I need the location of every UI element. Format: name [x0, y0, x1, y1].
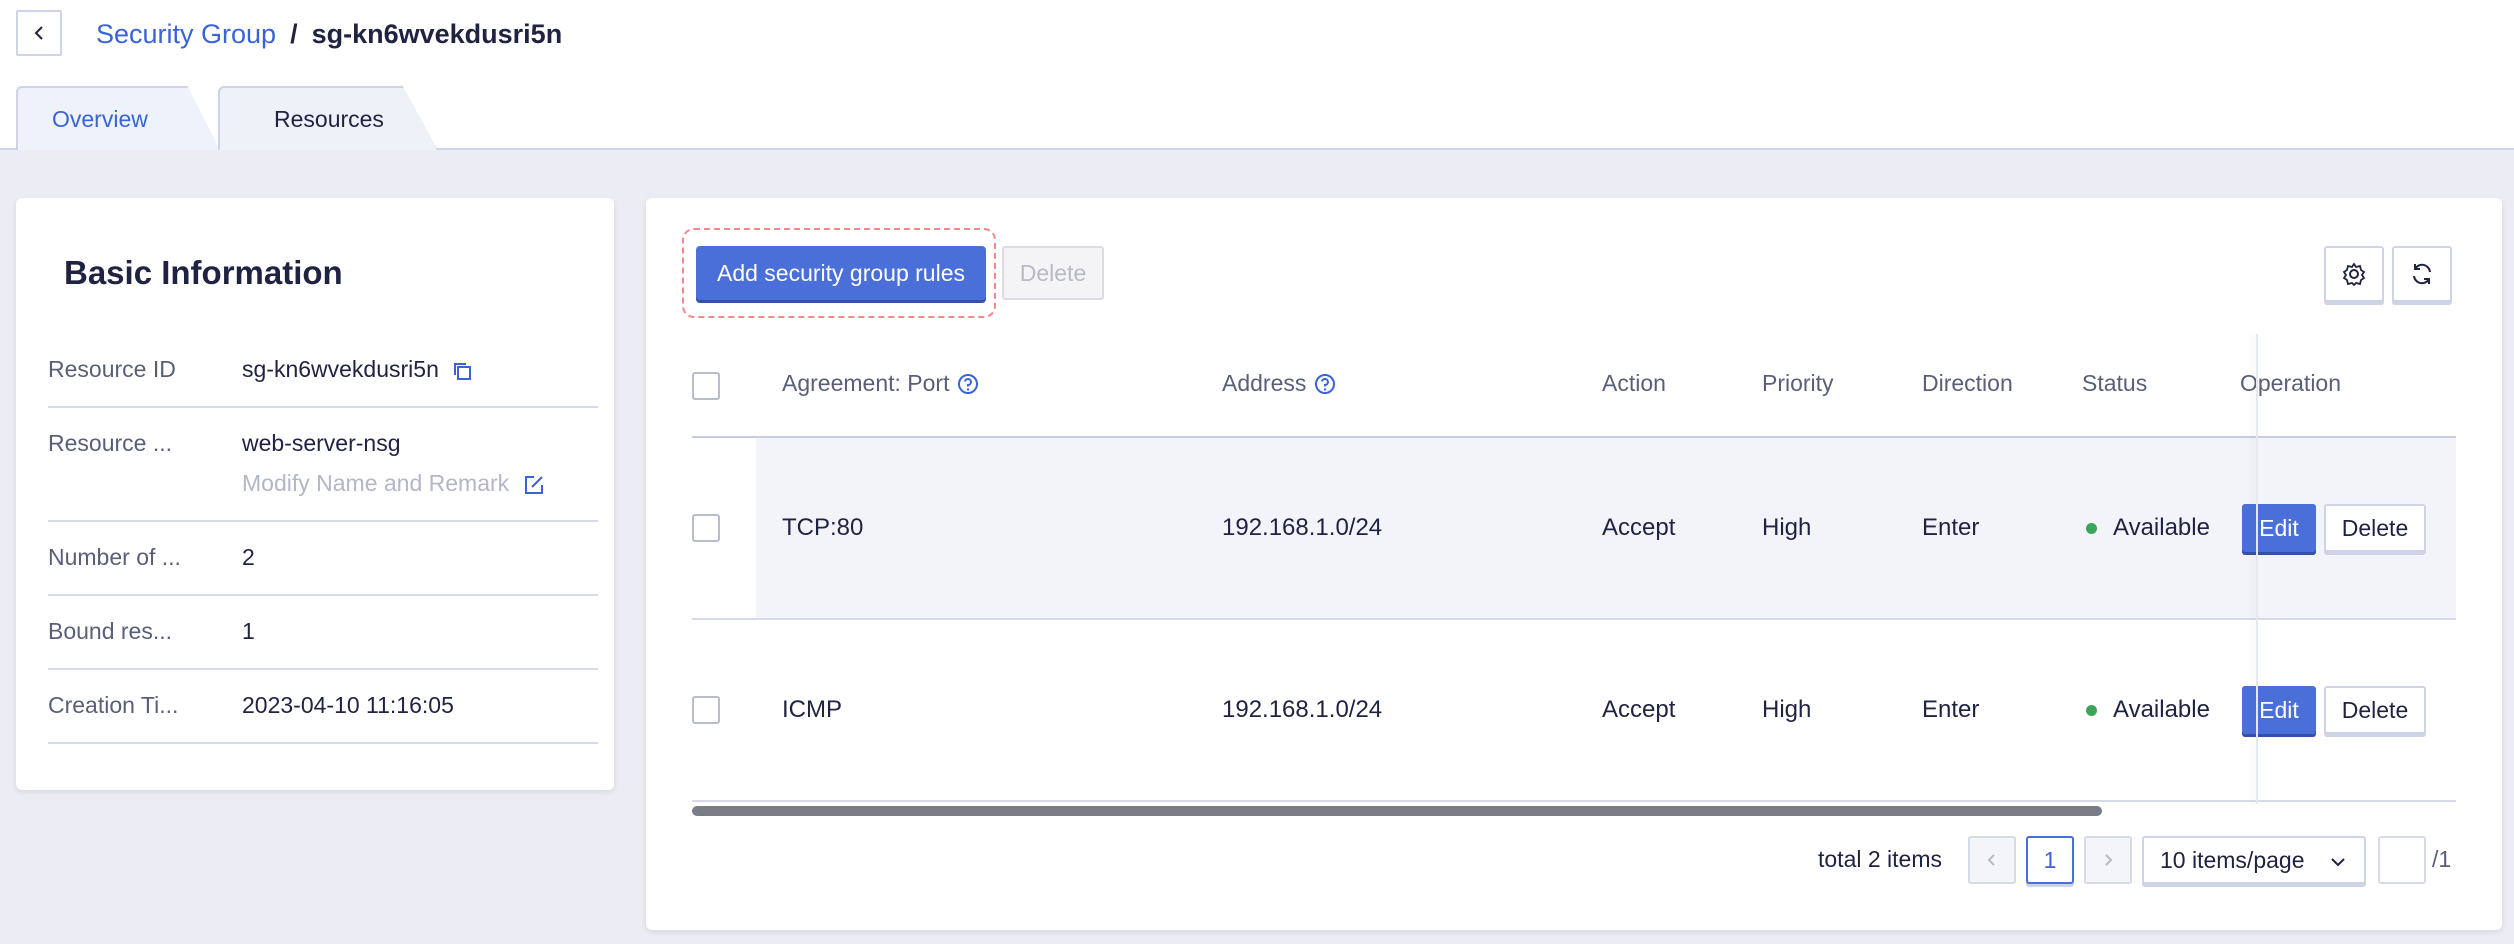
page-size-label: 10 items/page — [2160, 846, 2305, 873]
page-jump-input[interactable] — [2378, 836, 2426, 884]
gear-icon — [2342, 262, 2366, 287]
resource-name-value: web-server-nsg — [242, 430, 401, 456]
basic-information-title: Basic Information — [64, 254, 343, 291]
help-icon[interactable] — [957, 373, 979, 395]
cell-direction: Enter — [1922, 514, 1980, 541]
cell-address: 192.168.1.0/24 — [1222, 696, 1383, 723]
delete-rules-button: Delete — [1002, 246, 1104, 300]
delete-button[interactable]: Delete — [2324, 504, 2426, 552]
edit-button[interactable]: Edit — [2242, 686, 2316, 734]
cell-port: ICMP — [782, 696, 842, 723]
resource-id-text: sg-kn6wvekdusri5n — [242, 356, 439, 382]
modify-name-remark-text: Modify Name and Remark — [242, 470, 510, 496]
column-status: Status — [2082, 370, 2148, 396]
column-agreement-port-label: Agreement: Port — [782, 370, 950, 396]
page-size-select[interactable]: 10 items/page — [2142, 836, 2366, 884]
status-dot-icon — [2086, 523, 2097, 535]
rules-table: Agreement: Port Address Action Priority … — [692, 334, 2456, 814]
column-direction: Direction — [1922, 370, 2013, 396]
tab-overview[interactable]: Overview — [16, 86, 220, 150]
cell-port: TCP:80 — [782, 514, 864, 541]
add-rules-highlight: Add security group rules — [682, 228, 996, 318]
security-group-rules-card: Add security group rules Delete Agreemen… — [646, 198, 2502, 930]
creation-time-value: 2023-04-10 11:16:05 — [242, 692, 454, 718]
help-icon[interactable] — [1314, 373, 1336, 395]
column-action: Action — [1602, 370, 1666, 396]
number-of-rules-label: Number of ... — [48, 544, 181, 570]
modify-name-remark[interactable]: Modify Name and Remark — [242, 470, 546, 497]
next-page-button[interactable] — [2084, 836, 2132, 884]
info-row-divider — [48, 668, 598, 670]
chevron-left-icon — [34, 26, 43, 40]
column-address: Address — [1222, 370, 1336, 397]
select-all-checkbox[interactable] — [692, 372, 720, 400]
column-agreement-port: Agreement: Port — [782, 370, 979, 397]
breadcrumb-security-group-link[interactable]: Security Group — [96, 19, 276, 50]
chevron-right-icon — [2105, 854, 2113, 866]
breadcrumb-current: sg-kn6wvekdusri5n — [311, 18, 563, 49]
tab-resources-label: Resources — [274, 105, 384, 132]
resource-id-value: sg-kn6wvekdusri5n — [242, 356, 473, 383]
settings-button[interactable] — [2324, 246, 2384, 302]
info-row-divider — [48, 406, 598, 408]
info-row-divider — [48, 594, 598, 596]
basic-information-card: Basic Information Resource ID sg-kn6wvek… — [16, 198, 614, 790]
chevron-left-icon — [1987, 854, 1995, 866]
bound-resources-value: 1 — [242, 618, 255, 644]
status-text: Available — [2113, 514, 2210, 541]
top-bar: Security Group / sg-kn6wvekdusri5n Overv… — [0, 0, 2514, 150]
edit-icon[interactable] — [522, 473, 546, 497]
back-button[interactable] — [16, 10, 62, 56]
resource-id-label: Resource ID — [48, 356, 176, 382]
cell-priority: High — [1762, 514, 1812, 541]
number-of-rules-value: 2 — [242, 544, 255, 570]
breadcrumb: Security Group / sg-kn6wvekdusri5n — [96, 14, 562, 54]
operation-column-divider — [2256, 334, 2258, 804]
info-row-divider — [48, 742, 598, 744]
info-row-divider — [48, 520, 598, 522]
prev-page-button[interactable] — [1968, 836, 2016, 884]
cell-priority: High — [1762, 696, 1812, 723]
chevron-down-icon — [2331, 858, 2345, 867]
column-address-label: Address — [1222, 370, 1307, 396]
column-priority: Priority — [1762, 370, 1834, 396]
breadcrumb-separator: / — [290, 18, 298, 49]
refresh-icon — [2413, 263, 2431, 285]
refresh-button[interactable] — [2392, 246, 2452, 302]
horizontal-scrollbar[interactable] — [692, 806, 2102, 816]
add-security-group-rules-button[interactable]: Add security group rules — [696, 246, 986, 300]
creation-time-label: Creation Ti... — [48, 692, 179, 718]
bound-resources-label: Bound res... — [48, 618, 173, 644]
table-row: ICMP 192.168.1.0/24 Accept High Enter Av… — [692, 620, 2456, 802]
table-header: Agreement: Port Address Action Priority … — [692, 334, 2456, 438]
edit-button[interactable]: Edit — [2242, 504, 2316, 552]
tab-overview-label: Overview — [52, 105, 148, 132]
cell-status: Available — [2086, 514, 2210, 542]
tab-resources[interactable]: Resources — [218, 86, 438, 150]
pagination-total: total 2 items — [1818, 846, 1942, 872]
copy-icon[interactable] — [451, 360, 473, 382]
status-text: Available — [2113, 696, 2210, 723]
cell-action: Accept — [1602, 696, 1676, 723]
total-pages: /1 — [2432, 846, 2452, 872]
page-number-button[interactable]: 1 — [2026, 836, 2074, 884]
cell-direction: Enter — [1922, 696, 1980, 723]
cell-address: 192.168.1.0/24 — [1222, 514, 1383, 541]
cell-action: Accept — [1602, 514, 1676, 541]
resource-name-label: Resource ... — [48, 430, 172, 456]
row-checkbox[interactable] — [692, 514, 720, 542]
row-checkbox[interactable] — [692, 696, 720, 724]
status-dot-icon — [2086, 705, 2097, 717]
table-row: TCP:80 192.168.1.0/24 Accept High Enter … — [692, 438, 2456, 620]
cell-status: Available — [2086, 696, 2210, 724]
delete-button[interactable]: Delete — [2324, 686, 2426, 734]
